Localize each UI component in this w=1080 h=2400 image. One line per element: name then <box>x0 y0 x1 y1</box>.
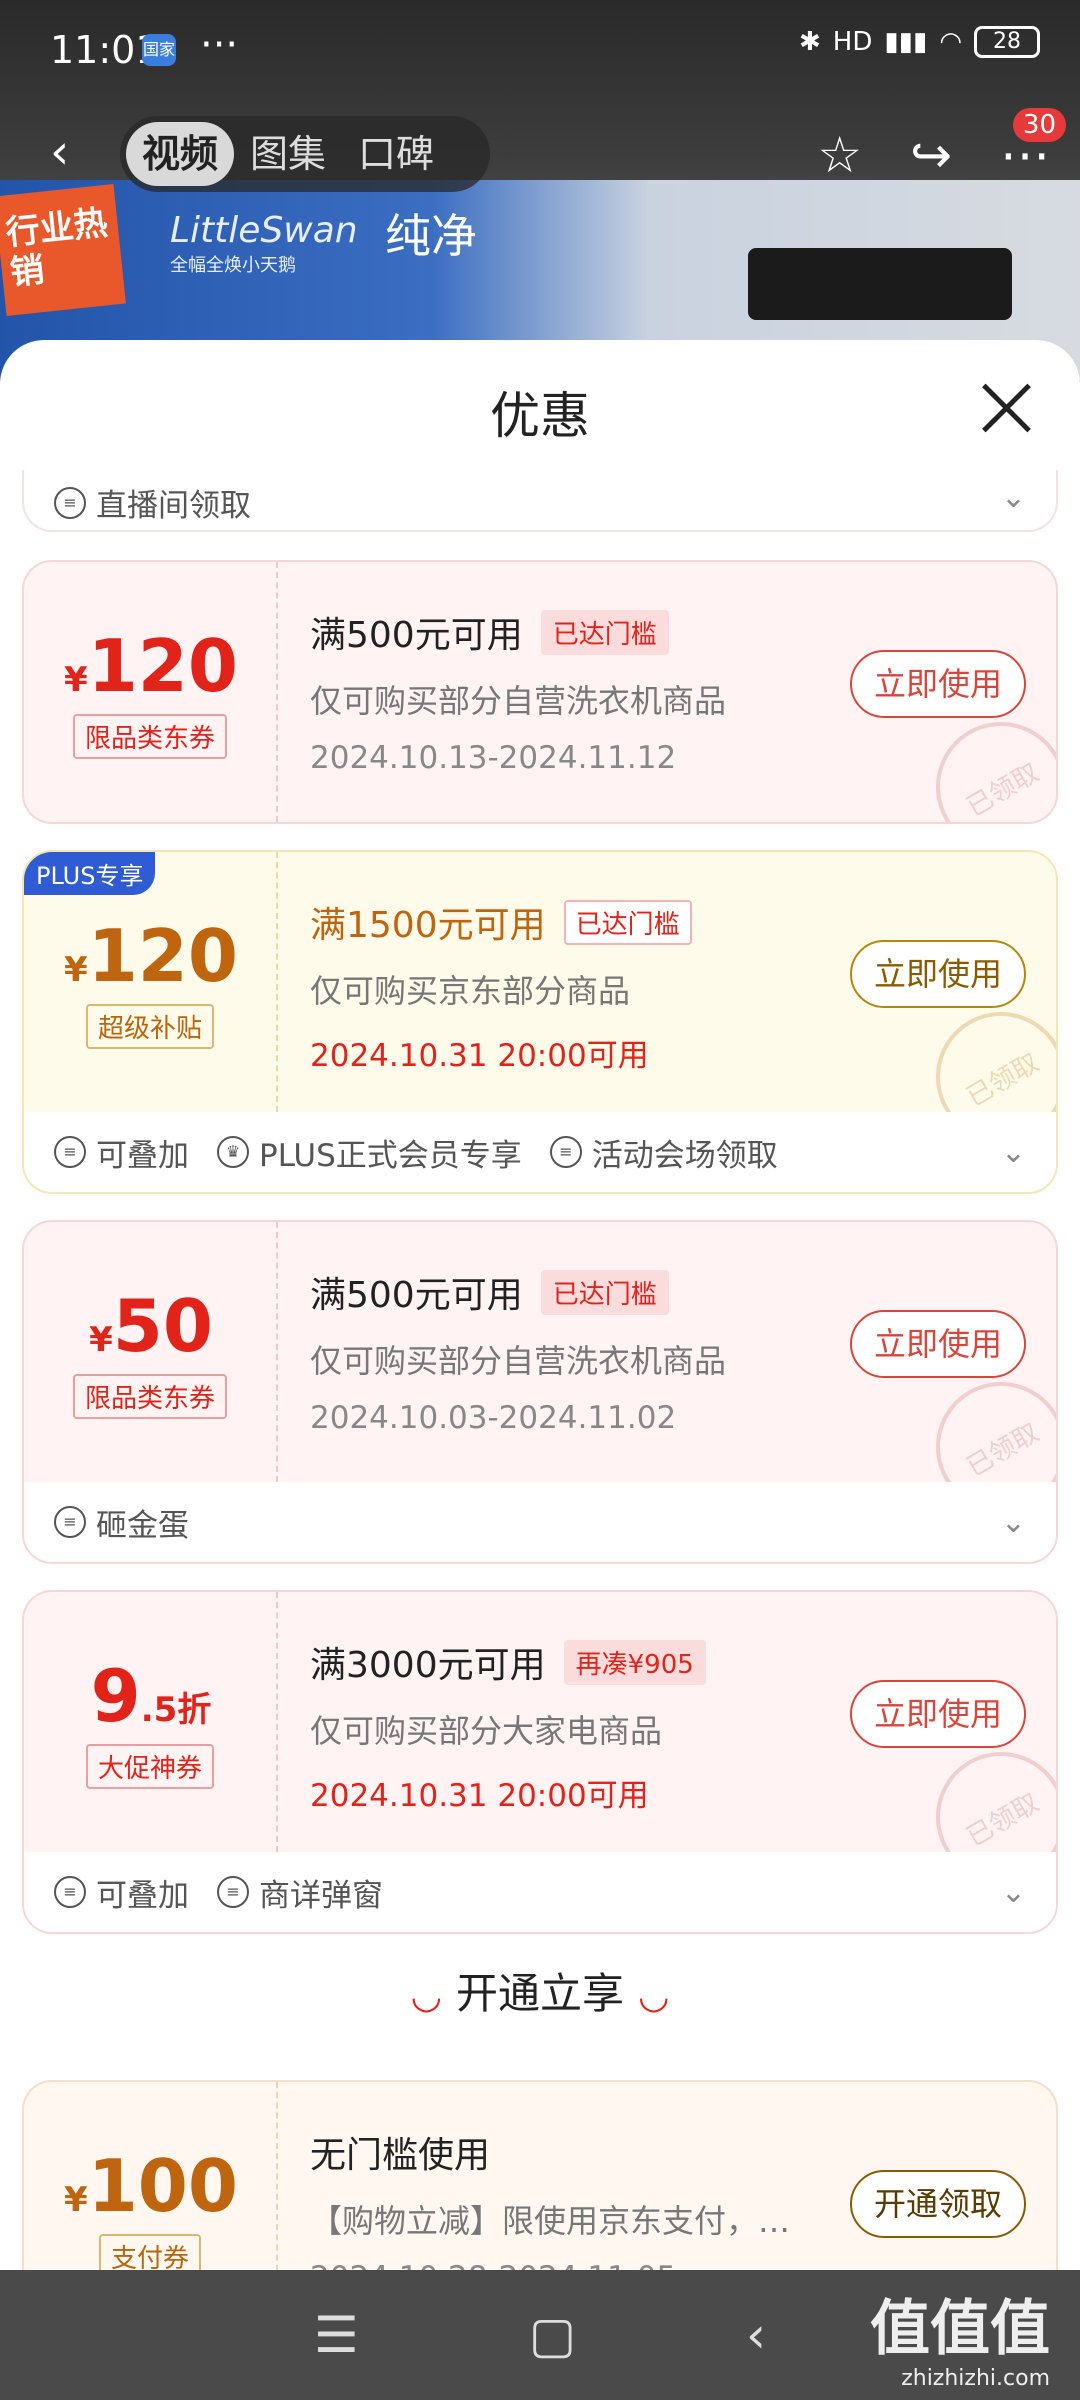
footer-tag: PLUS正式会员专享 <box>259 1137 522 1174</box>
coupon-amount: ¥120 <box>64 914 238 998</box>
coupon-sheet: 优惠 ≡ 直播间领取 ⌄ ¥120 限品类东券 满500元可用 已达门槛 仅可购买… <box>0 340 1080 2270</box>
coupon-footer[interactable]: ≡ 可叠加 ♛ PLUS正式会员专享 ≡ 活动会场领取 ⌄ <box>24 1112 1056 1192</box>
back-icon[interactable]: ‹ <box>50 124 69 180</box>
back-nav-icon[interactable]: ‹ <box>746 2306 766 2364</box>
battery-icon: 28 <box>974 26 1040 58</box>
coupon-card: ¥120 限品类东券 满500元可用 已达门槛 仅可购买部分自营洗衣机商品 202… <box>22 560 1058 824</box>
source-row[interactable]: ≡ 直播间领取 ⌄ <box>22 470 1058 532</box>
coupon-date: 2024.10.13-2024.11.12 <box>310 740 677 776</box>
coupon-desc: 仅可购买部分自营洗衣机商品 <box>310 682 727 720</box>
close-icon[interactable] <box>978 380 1034 436</box>
chevron-down-icon[interactable]: ⌄ <box>1001 1875 1026 1910</box>
stack-icon: ≡ <box>54 1136 86 1168</box>
coupon-desc: 仅可购买京东部分商品 <box>310 972 631 1010</box>
coupon-card: ¥50 限品类东券 满500元可用 已达门槛 仅可购买部分自营洗衣机商品 2024… <box>22 1220 1058 1564</box>
chevron-down-icon[interactable]: ⌄ <box>1001 480 1026 515</box>
coupon-footer[interactable]: ≡ 可叠加 ≡ 商详弹窗 ⌄ <box>24 1852 1056 1932</box>
menu-icon[interactable]: ☰ <box>314 2306 359 2364</box>
watermark: 值值值 <box>870 2294 1050 2364</box>
status-bar: 11:01 国家 ··· ✱ HD ▮▮▮ ◠ 28 <box>0 0 1080 100</box>
use-now-button[interactable]: 立即使用 <box>849 1680 1026 1748</box>
coupon-amount: 9.5折 <box>90 1654 212 1738</box>
signal-icon: ▮▮▮ <box>884 27 928 57</box>
star-icon[interactable]: ☆ <box>817 126 862 184</box>
coupon-condition: 满500元可用 <box>310 615 523 656</box>
footer-tag: 砸金蛋 <box>96 1507 189 1544</box>
coupon-condition: 满500元可用 <box>310 1275 523 1316</box>
coupon-footer[interactable]: ≡ 砸金蛋 ⌄ <box>24 1482 1056 1562</box>
activate-claim-button[interactable]: 开通领取 <box>849 2170 1026 2238</box>
promo-tag: 行业热销 <box>0 184 126 316</box>
use-now-button[interactable]: 立即使用 <box>849 940 1026 1008</box>
tab-reviews[interactable]: 口碑 <box>342 122 450 186</box>
coupon-amount: ¥50 <box>89 1284 213 1368</box>
network-label: HD <box>832 27 873 57</box>
use-now-button[interactable]: 立即使用 <box>849 1310 1026 1378</box>
app-badge-icon: 国家 <box>142 34 176 66</box>
crown-icon: ♛ <box>217 1136 249 1168</box>
coupon-desc: 【购物立减】限使用京东支付，… <box>310 2202 791 2240</box>
chevron-down-icon[interactable]: ⌄ <box>1001 1505 1026 1540</box>
coupon-condition: 无门槛使用 <box>310 2135 491 2176</box>
coupon-type: 超级补贴 <box>85 1004 215 1049</box>
stack-icon: ≡ <box>54 1876 86 1908</box>
washer-panel <box>748 248 1012 320</box>
section-title: ◡ 开通立享 ◡ <box>410 1969 670 2018</box>
coupon-card: 9.5折 大促神券 满3000元可用 再凑¥905 仅可购买部分大家电商品 202… <box>22 1590 1058 1934</box>
message-badge: 30 <box>1012 108 1066 142</box>
more-dots: ··· <box>200 22 239 68</box>
status-badge: 已达门槛 <box>563 899 692 945</box>
top-nav: ‹ 视频 图集 口碑 ☆ ↪ ⋯ 30 <box>0 108 1080 200</box>
tab-video[interactable]: 视频 <box>126 122 235 186</box>
coupon-condition: 满3000元可用 <box>310 1645 546 1686</box>
status-badge: 已达门槛 <box>540 609 669 655</box>
ticket-icon: ≡ <box>217 1876 249 1908</box>
footer-tag: 可叠加 <box>96 1137 189 1174</box>
ticket-icon: ≡ <box>549 1136 582 1168</box>
source-label: 直播间领取 <box>96 488 251 524</box>
bluetooth-icon: ✱ <box>799 27 821 57</box>
coupon-type: 限品类东券 <box>72 1374 228 1419</box>
coupon-type: 大促神券 <box>85 1744 215 1789</box>
use-now-button[interactable]: 立即使用 <box>849 650 1026 718</box>
coupon-date: 2024.10.31 20:00可用 <box>310 1778 649 1814</box>
wifi-icon: ◠ <box>939 27 962 57</box>
ticket-icon: ≡ <box>54 486 86 519</box>
share-icon[interactable]: ↪ <box>910 126 952 184</box>
coupon-type: 支付券 <box>98 2234 202 2270</box>
coupon-amount: ¥120 <box>64 624 238 708</box>
promo-brand2: 纯净 <box>385 209 477 263</box>
footer-tag: 可叠加 <box>96 1877 189 1914</box>
status-badge: 再凑¥905 <box>563 1639 706 1685</box>
media-tabs: 视频 图集 口碑 <box>120 116 490 192</box>
footer-tag: 商详弹窗 <box>259 1877 383 1914</box>
status-badge: 已达门槛 <box>540 1269 669 1315</box>
coupon-desc: 仅可购买部分大家电商品 <box>310 1712 663 1750</box>
sheet-title: 优惠 <box>490 387 590 445</box>
tab-gallery[interactable]: 图集 <box>234 122 342 186</box>
footer-tag: 活动会场领取 <box>591 1137 778 1174</box>
coupon-date: 2024.10.31 20:00可用 <box>310 1038 649 1074</box>
watermark-url: zhizhizhi.com <box>901 2366 1050 2391</box>
coupon-date: 2024.10.03-2024.11.02 <box>310 1400 677 1436</box>
coupon-condition: 满1500元可用 <box>310 905 546 946</box>
coupon-card: ¥100 支付券 无门槛使用 【购物立减】限使用京东支付，… 2024.10.2… <box>22 2080 1058 2270</box>
chevron-down-icon[interactable]: ⌄ <box>1001 1135 1026 1170</box>
coupon-card: PLUS专享 ¥120 超级补贴 满1500元可用 已达门槛 仅可购买京东部分商品… <box>22 850 1058 1194</box>
coupon-amount: ¥100 <box>64 2144 238 2228</box>
ticket-icon: ≡ <box>54 1506 86 1538</box>
status-icons: ✱ HD ▮▮▮ ◠ 28 <box>799 26 1040 58</box>
coupon-desc: 仅可购买部分自营洗衣机商品 <box>310 1342 727 1380</box>
promo-brand: LittleSwan 全幅全焕小天鹅 <box>170 210 358 276</box>
coupon-date: 2024.10.28-2024.11.05 <box>310 2260 870 2270</box>
coupon-type: 限品类东券 <box>72 714 228 759</box>
home-icon[interactable]: ▢ <box>529 2306 576 2364</box>
